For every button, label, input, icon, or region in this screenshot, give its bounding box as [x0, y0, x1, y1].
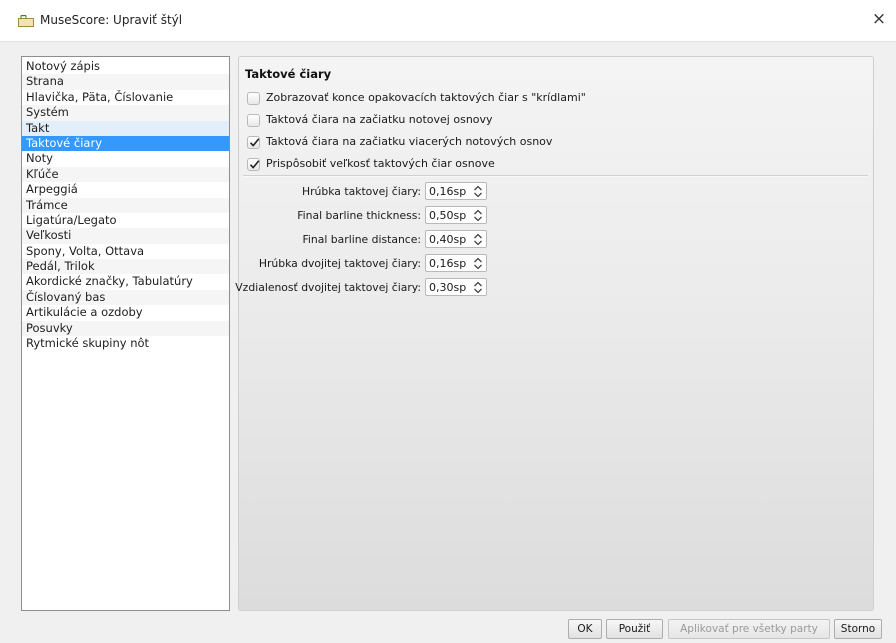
- sidebar-item[interactable]: Ligatúra/Legato: [22, 213, 229, 228]
- checkbox-repeat-wings[interactable]: Zobrazovať konce opakovacích taktových č…: [247, 89, 586, 107]
- final-barline-distance-label: Final barline distance:: [302, 233, 421, 246]
- sidebar-item[interactable]: Trámce: [22, 197, 229, 213]
- double-barline-width-spinbox[interactable]: 0,16sp: [425, 254, 487, 272]
- checkbox-label: Prispôsobiť veľkosť taktových čiar osnov…: [266, 157, 495, 170]
- sidebar-item[interactable]: Číslovaný bas: [22, 289, 229, 306]
- sidebar-item[interactable]: Posuvky: [22, 320, 229, 337]
- sidebar-item[interactable]: Noty: [22, 151, 229, 166]
- musescore-app-icon: [18, 15, 34, 27]
- spinbox-value: 0,16sp: [429, 185, 467, 198]
- spin-arrows-icon[interactable]: [473, 257, 483, 270]
- final-barline-thickness-label: Final barline thickness:: [297, 209, 421, 222]
- checkbox-box[interactable]: [247, 135, 260, 149]
- sidebar-item[interactable]: Strana: [22, 74, 229, 90]
- sidebar-item[interactable]: Systém: [22, 105, 229, 121]
- ok-button[interactable]: OK: [568, 619, 602, 639]
- spinbox-value: 0,50sp: [429, 209, 467, 222]
- separator: [243, 175, 868, 177]
- spin-arrows-icon[interactable]: [473, 185, 483, 198]
- checkbox-barline-single-staff[interactable]: Taktová čiara na začiatku notovej osnovy: [247, 111, 493, 129]
- sidebar-item[interactable]: Artikulácie a ozdoby: [22, 305, 229, 320]
- double-barline-distance-label: Vzdialenosť dvojitej taktovej čiary:: [235, 281, 421, 294]
- spinbox-value: 0,16sp: [429, 257, 467, 270]
- sidebar-item[interactable]: Pedál, Trilok: [22, 259, 229, 275]
- checkbox-scale-barlines[interactable]: Prispôsobiť veľkosť taktových čiar osnov…: [247, 155, 495, 173]
- sidebar-item[interactable]: Spony, Volta, Ottava: [22, 244, 229, 259]
- title-bar: MuseScore: Upraviť štýl ×: [0, 0, 896, 42]
- final-barline-distance-spinbox[interactable]: 0,40sp: [425, 230, 487, 248]
- check-icon: [249, 159, 260, 169]
- double-barline-width-label: Hrúbka dvojitej taktovej čiary:: [258, 257, 421, 270]
- checkbox-label: Taktová čiara na začiatku notovej osnovy: [266, 113, 493, 126]
- close-button[interactable]: ×: [870, 10, 888, 28]
- cancel-button[interactable]: Storno: [834, 619, 882, 639]
- apply-button[interactable]: Použiť: [606, 619, 663, 639]
- spinbox-value: 0,40sp: [429, 233, 467, 246]
- barline-width-spinbox[interactable]: 0,16sp: [425, 182, 487, 200]
- checkbox-box[interactable]: [247, 157, 260, 171]
- sidebar-item[interactable]: Takt: [22, 120, 229, 136]
- spin-arrows-icon[interactable]: [473, 209, 483, 222]
- checkbox-box[interactable]: [247, 91, 260, 105]
- sidebar-item[interactable]: Veľkosti: [22, 228, 229, 244]
- apply-all-parts-button[interactable]: Aplikovať pre všetky party: [668, 619, 830, 639]
- sidebar-item[interactable]: Rytmické skupiny nôt: [22, 336, 229, 351]
- close-icon: ×: [871, 9, 887, 29]
- barlines-settings-panel: Taktové čiary Zobrazovať konce opakovací…: [235, 56, 874, 611]
- checkbox-label: Zobrazovať konce opakovacích taktových č…: [266, 91, 586, 104]
- window-title: MuseScore: Upraviť štýl: [40, 13, 183, 27]
- checkbox-label: Taktová čiara na začiatku viacerých noto…: [266, 135, 553, 148]
- sidebar-item[interactable]: Kľúče: [22, 166, 229, 183]
- double-barline-distance-spinbox[interactable]: 0,30sp: [425, 278, 487, 296]
- checkbox-box[interactable]: [247, 113, 260, 127]
- sidebar-item[interactable]: Akordické značky, Tabulatúry: [22, 274, 229, 289]
- check-icon: [249, 137, 260, 147]
- spin-arrows-icon[interactable]: [473, 281, 483, 294]
- sidebar-item[interactable]: Arpeggiá: [22, 182, 229, 197]
- style-category-list[interactable]: Notový zápis Strana Hlavička, Päta, Čísl…: [21, 56, 230, 611]
- checkbox-barline-multi-staff[interactable]: Taktová čiara na začiatku viacerých noto…: [247, 133, 552, 151]
- panel-title: Taktové čiary: [245, 67, 332, 81]
- barline-width-label: Hrúbka taktovej čiary:: [301, 185, 421, 198]
- sidebar-item-selected[interactable]: Taktové čiary: [22, 135, 229, 152]
- spinbox-value: 0,30sp: [429, 281, 467, 294]
- final-barline-thickness-spinbox[interactable]: 0,50sp: [425, 206, 487, 224]
- sidebar-item[interactable]: Notový zápis: [22, 59, 229, 74]
- spin-arrows-icon[interactable]: [473, 233, 483, 246]
- sidebar-item[interactable]: Hlavička, Päta, Číslovanie: [22, 90, 229, 105]
